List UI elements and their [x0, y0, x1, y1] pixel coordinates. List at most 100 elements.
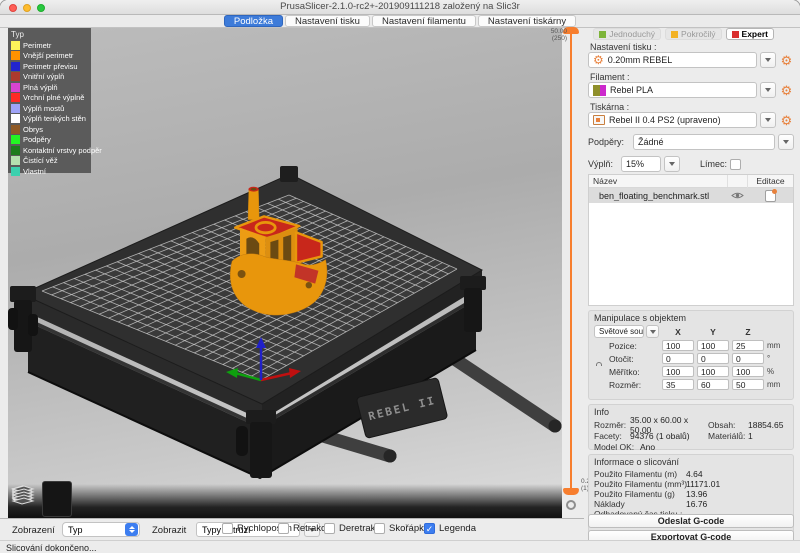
print-settings-edit-button[interactable]: ⚙ [779, 52, 794, 68]
tab-nastaven-filamentu[interactable]: Nastavení filamentu [372, 15, 476, 27]
app-window: PrusaSlicer-2.1.0-rc2+-201909111218 zalo… [0, 0, 800, 553]
one-layer-mode-icon[interactable] [566, 500, 576, 510]
model-ok-value: Ano [640, 442, 718, 452]
eye-icon[interactable] [727, 191, 747, 200]
3d-viewport[interactable]: REBEL II [8, 28, 562, 518]
legenda-checkbox[interactable]: ✓ [424, 523, 435, 534]
object-name: ben_floating_benchmark.stl [589, 191, 727, 201]
legend-swatch [11, 146, 20, 155]
sko-pky-checkbox[interactable] [374, 523, 385, 534]
rozm-r-x-input[interactable]: 35 [662, 379, 694, 390]
filament-dropdown-button[interactable] [760, 82, 776, 98]
mode-button-expert[interactable]: Expert [726, 28, 774, 40]
chevron-down-icon [783, 140, 789, 144]
layer-slider-track[interactable] [570, 32, 572, 490]
oto-it-y-input[interactable]: 0 [697, 353, 729, 364]
preview-view-button[interactable] [42, 481, 72, 517]
legend-item-podp-ry: Podpěry [11, 135, 91, 146]
slider-top-height: 50.00 [540, 28, 567, 35]
legend-swatch [11, 125, 20, 134]
printer-label: Tiskárna : [590, 102, 629, 112]
mode-color-icon [732, 31, 739, 38]
legend-swatch [11, 93, 20, 102]
legend-item-label: Perimetr převisu [23, 62, 78, 71]
info-panel: Info Rozměr: 35.00 x 60.00 x 50.00 Obsah… [588, 404, 794, 450]
layers-icon [10, 481, 36, 507]
print-settings-icon: ⚙ [593, 53, 604, 67]
filament-edit-button[interactable]: ⚙ [779, 82, 794, 98]
pozice-y-input[interactable]: 100 [697, 340, 729, 351]
close-button[interactable] [9, 4, 17, 12]
deretrakce-checkbox[interactable] [324, 523, 335, 534]
layer-slider-lower-handle[interactable] [563, 488, 579, 495]
pozice-z-input[interactable]: 25 [732, 340, 764, 351]
filament-value: Rebel PLA [610, 85, 653, 95]
brim-checkbox[interactable] [730, 159, 741, 170]
legend-item-label: Vnitřní výplň [23, 72, 64, 81]
checkbox-sko-pky: Skořápky [374, 523, 429, 534]
infill-combo[interactable]: 15% [621, 156, 661, 172]
legend-item-label: Vlastní [23, 167, 46, 176]
supports-dropdown-button[interactable] [778, 134, 794, 150]
coordinates-value: Světové souřadnice [599, 327, 644, 336]
oto-it-z-input[interactable]: 0 [732, 353, 764, 364]
rozm-r-y-input[interactable]: 60 [697, 379, 729, 390]
status-text: Slicování dokončeno... [6, 543, 97, 553]
legend-swatch [11, 167, 20, 176]
minimize-button[interactable] [23, 4, 31, 12]
print-settings-dropdown-button[interactable] [760, 52, 776, 68]
tab-nastaven-tisku[interactable]: Nastavení tisku [285, 15, 370, 27]
sliced-info-row: Použito Filamentu (m)4.64 [594, 469, 788, 479]
3d-scene[interactable]: REBEL II [8, 28, 562, 518]
object-list-row[interactable]: ben_floating_benchmark.stl [589, 188, 793, 203]
mode-button-pokro-il[interactable]: Pokročilý [665, 28, 721, 40]
tab-nastaven-tisk-rny[interactable]: Nastavení tiskárny [478, 15, 576, 27]
axis-header-z: Z [732, 327, 764, 337]
printer-combo[interactable]: Rebel II 0.4 PS2 (upraveno) [588, 112, 757, 128]
chevron-down-icon [650, 330, 656, 334]
rozm-r-z-input[interactable]: 50 [732, 379, 764, 390]
infill-value: 15% [626, 159, 644, 169]
coordinates-combo[interactable]: Světové souřadnice [594, 325, 644, 338]
zoom-button[interactable] [37, 4, 45, 12]
rychloposun-checkbox[interactable] [222, 523, 233, 534]
legend-swatch [11, 156, 20, 165]
send-gcode-button[interactable]: Odeslat G-code [588, 514, 794, 528]
sliced-info-label: Náklady [594, 499, 686, 509]
infill-dropdown-button[interactable] [664, 156, 680, 172]
stepper-icon [125, 523, 138, 536]
gear-icon: ⚙ [781, 54, 793, 67]
legend-item-label: Vnější perimetr [23, 51, 73, 60]
manipulation-row-label: Měřítko: [609, 367, 659, 377]
layer-slider-top-labels: 50.00 (250) [540, 28, 567, 42]
legend-item-v-pl-most: Výplň mostů [11, 103, 91, 114]
slider-top-layer: (250) [540, 35, 567, 42]
volume-value: 18854.65 [748, 420, 788, 430]
tab-podlo-ka[interactable]: Podložka [224, 15, 283, 27]
manipulation-row-label: Otočit: [609, 354, 659, 364]
printer-dropdown-button[interactable] [760, 112, 776, 128]
view-label: Zobrazení [12, 525, 55, 536]
m-tko-z-input[interactable]: 100 [732, 366, 764, 377]
m-tko-y-input[interactable]: 100 [697, 366, 729, 377]
oto-it-x-input[interactable]: 0 [662, 353, 694, 364]
filament-label: Filament : [590, 72, 630, 82]
unit-label: mm [767, 341, 787, 350]
pozice-x-input[interactable]: 100 [662, 340, 694, 351]
print-settings-combo[interactable]: ⚙ 0.20mm REBEL [588, 52, 757, 68]
m-tko-x-input[interactable]: 100 [662, 366, 694, 377]
sliced-info-label: Použito Filamentu (mm³) [594, 479, 686, 489]
edit-object-button[interactable] [747, 190, 793, 202]
printer-edit-button[interactable]: ⚙ [779, 112, 794, 128]
retrakce-checkbox[interactable] [278, 523, 289, 534]
filament-combo[interactable]: Rebel PLA [588, 82, 757, 98]
view-type-select[interactable]: Typ [62, 522, 140, 537]
coordinates-dropdown-button[interactable] [646, 325, 659, 338]
sliced-info-value: 4.64 [686, 469, 788, 479]
legend-item-obrys: Obrys [11, 124, 91, 135]
legend-swatch [11, 51, 20, 60]
object-list-header: Název Editace [589, 175, 793, 188]
mode-button-jednoduch[interactable]: Jednoduchý [593, 28, 661, 40]
legend-item-label: Plná výplň [23, 83, 58, 92]
supports-combo[interactable]: Žádné [633, 134, 775, 150]
